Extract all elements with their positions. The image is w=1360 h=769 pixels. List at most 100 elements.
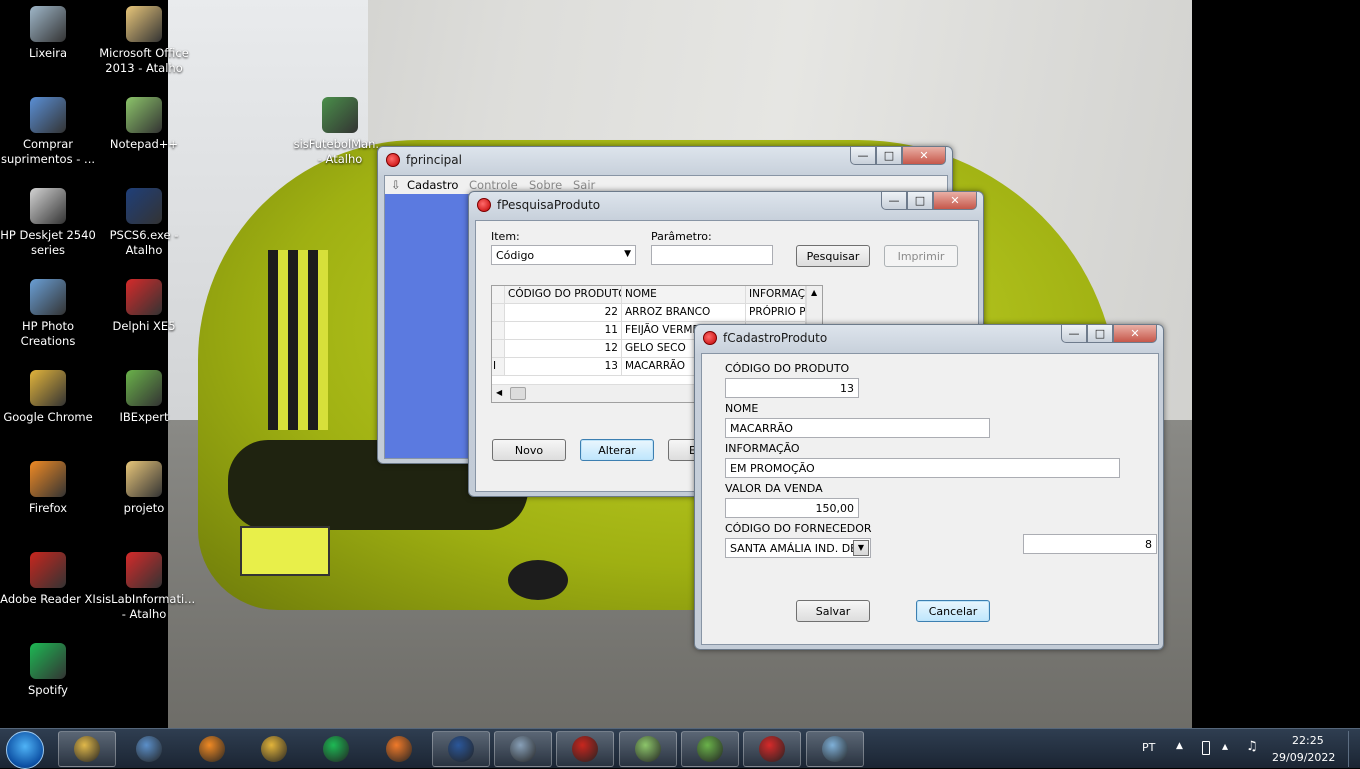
close-button[interactable]: ✕ — [1113, 325, 1157, 343]
item-select-value: Código — [496, 249, 535, 262]
clock-date[interactable]: 29/09/2022 — [1272, 751, 1335, 764]
menu-controle[interactable]: Controle — [469, 178, 518, 192]
buy-supplies-icon — [30, 97, 66, 133]
taskbar-app-media-player[interactable] — [120, 731, 178, 767]
fprincipal-titlebar[interactable]: fprincipal — □ ✕ — [378, 147, 952, 173]
maximize-button[interactable]: □ — [907, 192, 933, 210]
desktop-icon-label: HP Deskjet 2540 series — [0, 228, 96, 257]
show-hidden-icons-icon[interactable]: ▲ — [1176, 741, 1183, 751]
taskbar-app-ibexpert[interactable] — [681, 731, 739, 767]
notepadpp-icon — [126, 97, 162, 133]
menu-sobre[interactable]: Sobre — [529, 178, 562, 192]
scroll-left-icon[interactable]: ◀ — [496, 388, 502, 397]
taskbar-app-spotify[interactable] — [307, 731, 365, 767]
print-button[interactable]: Imprimir — [884, 245, 958, 267]
fcadastro-titlebar[interactable]: fCadastroProduto — □ ✕ — [695, 325, 1163, 351]
taskbar-app-file-explorer[interactable] — [58, 731, 116, 767]
desktop-icon-hp-deskjet[interactable]: HP Deskjet 2540 series — [0, 188, 96, 258]
desktop-icon-sisfutebol-shortcut[interactable]: sisFutebolMan... - Atalho — [292, 97, 388, 167]
desktop-icon-label: Adobe Reader XI — [0, 592, 96, 606]
minimize-button[interactable]: — — [1061, 325, 1087, 343]
cell-code: 13 — [505, 358, 622, 376]
chevron-down-icon[interactable]: ▼ — [853, 540, 869, 556]
taskbar-app-delphi[interactable] — [743, 731, 802, 767]
search-button[interactable]: Pesquisar — [796, 245, 870, 267]
taskbar-app-notepadpp[interactable] — [618, 731, 677, 767]
minimize-button[interactable]: — — [881, 192, 907, 210]
cancel-button[interactable]: Cancelar — [916, 600, 990, 622]
column-header-name[interactable]: NOME — [622, 286, 746, 304]
item-select[interactable]: Código ▼ — [491, 245, 636, 265]
desktop-icon-notepadpp[interactable]: Notepad++ — [96, 97, 192, 152]
taskbar-app-xampp[interactable] — [370, 731, 428, 767]
taskbar-app-word[interactable] — [431, 731, 490, 767]
edit-button[interactable]: Alterar — [580, 439, 654, 461]
desktop-icon-ibexpert[interactable]: IBExpert — [96, 370, 192, 425]
file-explorer-icon — [74, 736, 100, 762]
scroll-up-icon[interactable]: ▲ — [811, 288, 817, 297]
firefox-icon — [30, 461, 66, 497]
param-input[interactable] — [651, 245, 773, 265]
desktop-icon-projeto[interactable]: projeto — [96, 461, 192, 516]
scroll-thumb[interactable] — [510, 387, 526, 400]
column-header-code[interactable]: CÓDIGO DO PRODUTO — [505, 286, 622, 304]
ibexpert-icon — [126, 370, 162, 406]
taskbar: PT ▲ ▴ ♫ 22:25 29/09/2022 — [0, 728, 1360, 769]
taskbar-app-firefox[interactable] — [183, 731, 241, 767]
new-button[interactable]: Novo — [492, 439, 566, 461]
desktop-icon-firefox[interactable]: Firefox — [0, 461, 96, 516]
generic-app-icon — [510, 736, 537, 762]
sislab-shortcut-icon — [126, 552, 162, 588]
desktop-icon-label: Notepad++ — [109, 137, 179, 151]
show-desktop-button[interactable] — [1348, 731, 1360, 767]
price-input[interactable]: 150,00 — [725, 498, 859, 518]
name-input[interactable]: MACARRÃO — [725, 418, 990, 438]
hp-photo-icon — [30, 279, 66, 315]
maximize-button[interactable]: □ — [1087, 325, 1113, 343]
taskbar-app-generic-app[interactable] — [494, 731, 553, 767]
supplier-select[interactable]: SANTA AMÁLIA IND. DE A ▼ — [725, 538, 871, 558]
maximize-button[interactable]: □ — [876, 147, 902, 165]
language-indicator[interactable]: PT — [1142, 741, 1172, 754]
desktop-icon-recycle-bin[interactable]: Lixeira — [0, 6, 96, 61]
window-title: fprincipal — [406, 153, 462, 167]
desktop-icon-label: Delphi XE5 — [112, 319, 176, 333]
row-indicator — [492, 340, 505, 358]
menu-cadastro[interactable]: Cadastro — [407, 178, 458, 192]
desktop-icon-delphi[interactable]: Delphi XE5 — [96, 279, 192, 334]
desktop-icon-sislab-shortcut[interactable]: sisLabInformati... - Atalho — [96, 552, 195, 622]
word-icon — [447, 736, 474, 762]
desktop-icon-label: Microsoft Office 2013 - Atalho — [99, 46, 189, 75]
close-button[interactable]: ✕ — [933, 192, 977, 210]
code-input[interactable]: 13 — [725, 378, 859, 398]
taskbar-app-chrome[interactable] — [245, 731, 303, 767]
supplier-label: CÓDIGO DO FORNECEDOR — [725, 522, 872, 535]
battery-icon[interactable] — [1202, 741, 1210, 755]
projeto-icon — [126, 461, 162, 497]
menu-sair[interactable]: Sair — [573, 178, 595, 192]
desktop-icon-ms-office-shortcut[interactable]: Microsoft Office 2013 - Atalho — [96, 6, 192, 76]
minimize-button[interactable]: — — [850, 147, 876, 165]
desktop-icon-hp-photo[interactable]: HP Photo Creations — [0, 279, 96, 349]
column-header-info[interactable]: INFORMAÇ — [746, 286, 806, 304]
desktop-icon-spotify[interactable]: Spotify — [0, 643, 96, 698]
close-button[interactable]: ✕ — [902, 147, 946, 165]
notepadpp-icon — [634, 736, 661, 762]
desktop-icon-chrome[interactable]: Google Chrome — [0, 370, 96, 425]
desktop-icon-buy-supplies[interactable]: Comprar suprimentos - ... — [0, 97, 96, 167]
taskbar-app-paint[interactable] — [805, 731, 864, 767]
adobe-reader-icon — [572, 736, 599, 762]
volume-icon[interactable]: ♫ — [1246, 739, 1258, 754]
table-row[interactable]: 22 ARROZ BRANCO PRÓPRIO P — [492, 304, 806, 322]
desktop-icon-adobe-reader[interactable]: Adobe Reader XI — [0, 552, 96, 607]
save-button[interactable]: Salvar — [796, 600, 870, 622]
fpesquisa-titlebar[interactable]: fPesquisaProduto — □ ✕ — [469, 192, 983, 218]
start-button[interactable] — [6, 731, 44, 769]
taskbar-app-adobe-reader[interactable] — [556, 731, 615, 767]
clock-time[interactable]: 22:25 — [1292, 734, 1324, 747]
info-input[interactable]: EM PROMOÇÃO — [725, 458, 1120, 478]
network-icon[interactable]: ▴ — [1222, 739, 1228, 753]
delphi-icon — [759, 736, 786, 762]
supplier-code-input[interactable]: 8 — [1023, 534, 1157, 554]
desktop-icon-photoshop[interactable]: PSCS6.exe - Atalho — [96, 188, 192, 258]
